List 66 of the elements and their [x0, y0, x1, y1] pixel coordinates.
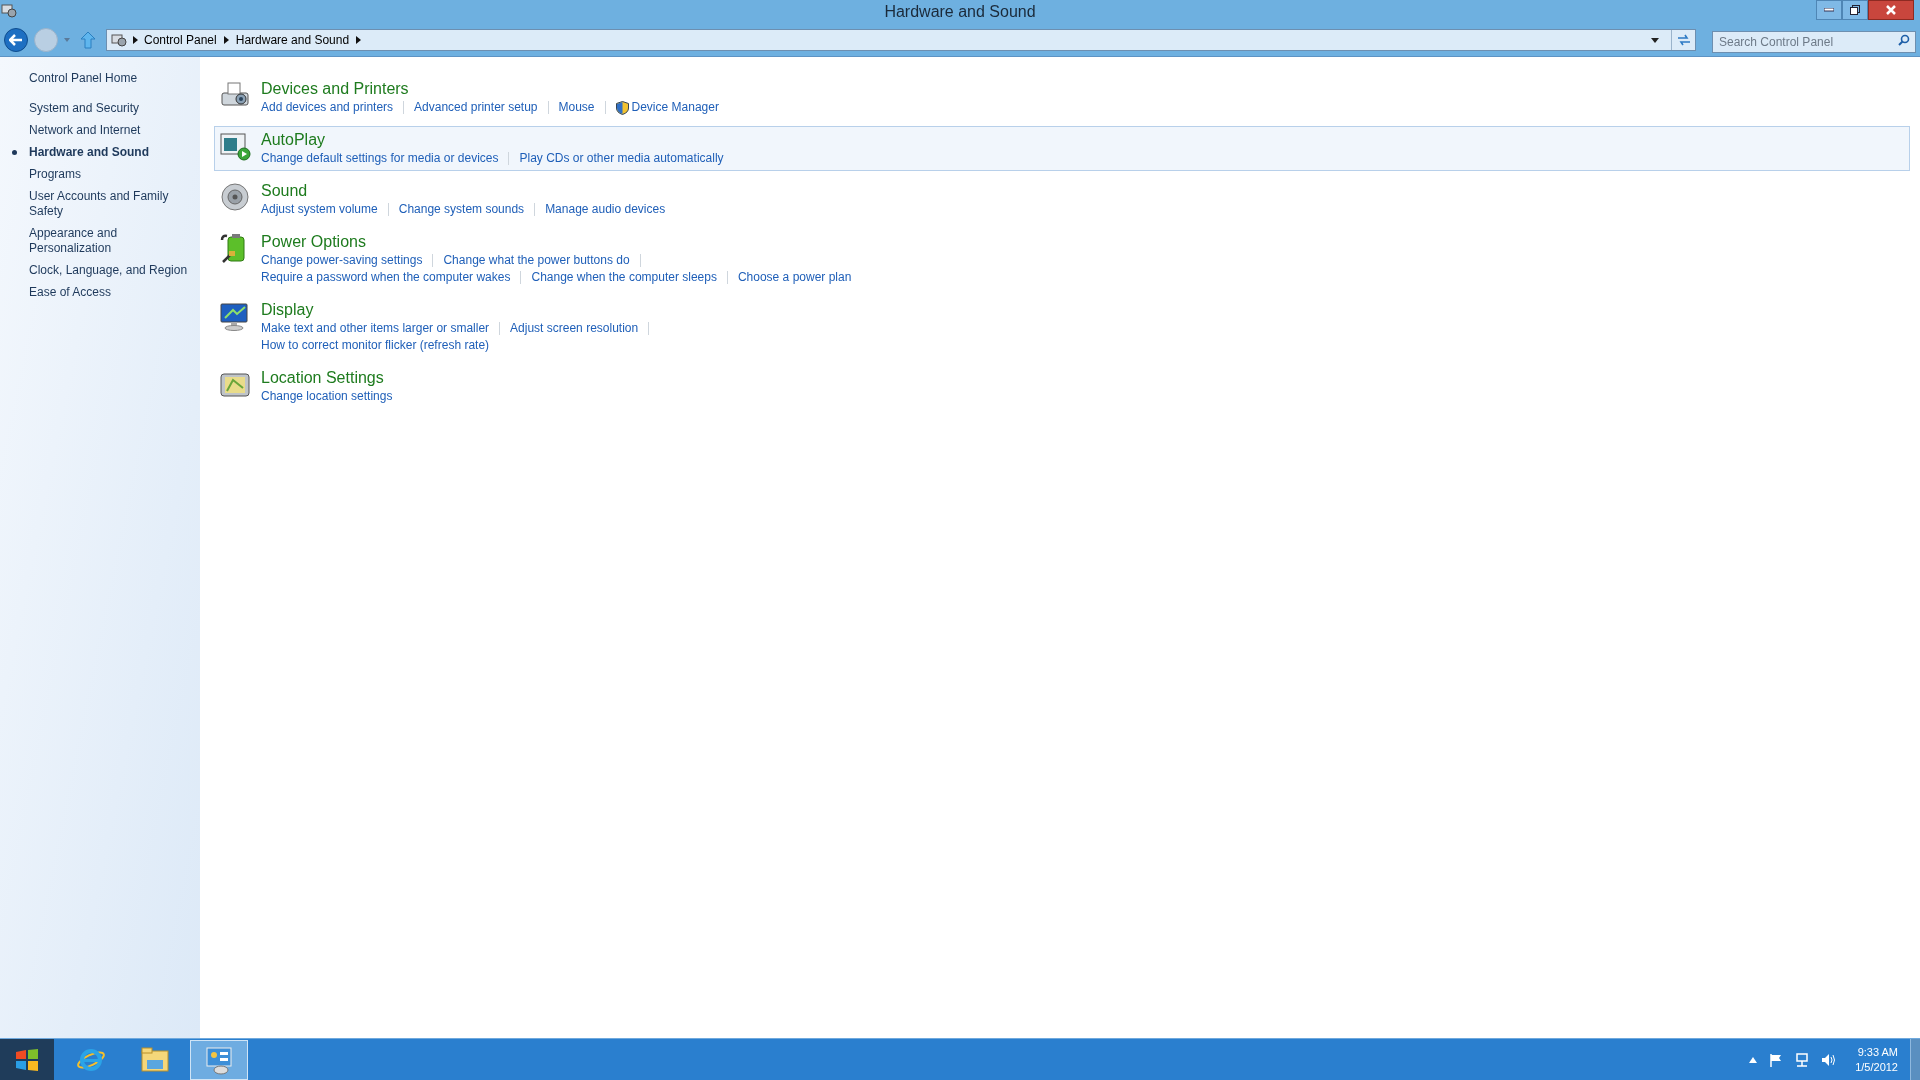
sidebar-link[interactable]: Appearance and Personalization	[29, 226, 189, 256]
link[interactable]: Change location settings	[261, 388, 393, 405]
category-title-link[interactable]: Display	[261, 300, 660, 320]
chevron-icon[interactable]	[223, 36, 229, 44]
search-icon	[1898, 34, 1910, 46]
link[interactable]: Choose a power plan	[737, 269, 852, 286]
link[interactable]: Change default settings for media or devices	[261, 150, 499, 167]
link[interactable]: Change when the computer sleeps	[531, 269, 717, 286]
link[interactable]: Change system sounds	[398, 201, 525, 218]
link[interactable]: Make text and other items larger or smaller	[261, 320, 490, 337]
dropdown-icon[interactable]	[1651, 37, 1659, 43]
clock[interactable]: 9:33 AM 1/5/2012	[1855, 1044, 1898, 1075]
monitor-icon[interactable]	[219, 300, 251, 332]
control-panel-icon	[111, 33, 127, 47]
network-icon[interactable]	[1795, 1052, 1810, 1067]
sidebar-link[interactable]: Hardware and Sound	[29, 145, 189, 160]
link[interactable]: Adjust screen resolution	[510, 320, 639, 337]
play-window-icon[interactable]	[219, 130, 251, 162]
link[interactable]: Play CDs or other media automatically	[519, 150, 724, 167]
breadcrumb-link[interactable]: Hardware and Sound	[235, 31, 350, 49]
up-arrow-icon[interactable]	[1749, 1056, 1758, 1063]
link[interactable]: How to correct monitor flicker (refresh rate)	[261, 337, 490, 354]
link[interactable]: Change power-saving settings	[261, 252, 423, 269]
link[interactable]: Change what the power buttons do	[443, 252, 630, 269]
restore-button[interactable]	[1842, 0, 1868, 20]
speaker-icon[interactable]	[219, 181, 251, 213]
category-title-link[interactable]: Devices and Printers	[261, 79, 719, 99]
minimize-icon	[1824, 8, 1834, 12]
chevron-icon[interactable]	[356, 36, 362, 44]
refresh-icon	[1676, 34, 1691, 46]
address-field[interactable]: Control Panel Hardware and Sound	[106, 29, 1696, 51]
flag-icon[interactable]	[1769, 1052, 1784, 1067]
sidebar-link[interactable]: Network and Internet	[29, 123, 189, 138]
chevron-icon[interactable]	[133, 36, 138, 44]
category-title-link[interactable]: AutoPlay	[261, 130, 724, 150]
control-panel-icon[interactable]	[1, 2, 17, 18]
speaker-icon[interactable]	[1821, 1052, 1838, 1067]
link[interactable]: Adjust system volume	[261, 201, 378, 218]
restore-icon	[1850, 5, 1860, 15]
category-title-link[interactable]: Location Settings	[261, 368, 393, 388]
sidebar-link[interactable]: User Accounts and Family Safety	[29, 189, 189, 219]
back-arrow-icon	[9, 34, 23, 46]
category-title-link[interactable]: Power Options	[261, 232, 852, 252]
back-button[interactable]	[4, 28, 28, 52]
clock-date: 1/5/2012	[1855, 1059, 1898, 1075]
sidebar-link[interactable]: Ease of Access	[29, 285, 189, 300]
taskbar-button[interactable]	[190, 1039, 248, 1080]
sidebar-link[interactable]: System and Security	[29, 101, 189, 116]
sidebar-link[interactable]: Programs	[29, 167, 189, 182]
link[interactable]: Manage audio devices	[545, 201, 666, 218]
sidebar-link[interactable]: Clock, Language, and Region	[29, 263, 189, 278]
search-field[interactable]: Search Control Panel	[1712, 31, 1916, 53]
category-title-link[interactable]: Sound	[261, 181, 666, 201]
start-button[interactable]	[0, 1039, 54, 1080]
link[interactable]: Require a password when the computer wakes	[261, 269, 511, 286]
breadcrumb-link[interactable]: Control Panel	[144, 31, 217, 49]
sidebar-link[interactable]: Control Panel Home	[29, 69, 200, 87]
link[interactable]: Advanced printer setup	[414, 99, 538, 116]
link[interactable]: Add devices and printers	[261, 99, 394, 116]
window-title: Hardware and Sound	[884, 2, 1036, 22]
close-icon	[1886, 5, 1896, 15]
link[interactable]: Device Manager	[631, 99, 719, 116]
link[interactable]: Mouse	[558, 99, 595, 116]
clock-time: 9:33 AM	[1857, 1044, 1898, 1060]
windows-logo-icon	[15, 1047, 39, 1072]
close-button[interactable]	[1868, 0, 1914, 20]
